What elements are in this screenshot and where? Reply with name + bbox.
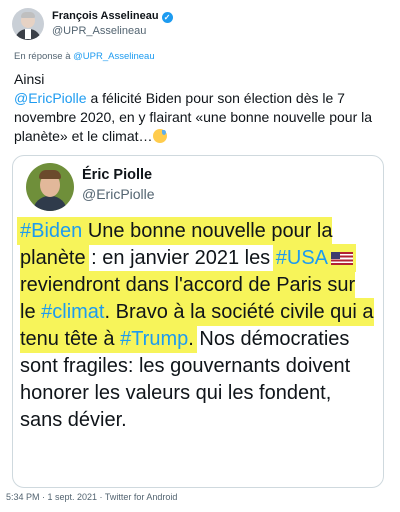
hashtag-trump[interactable]: #Trump: [120, 328, 188, 350]
author-avatar[interactable]: [12, 8, 44, 40]
reply-context: En réponse à @UPR_Asselineau: [14, 51, 155, 62]
hashtag-usa[interactable]: #USA: [276, 247, 328, 269]
author-name[interactable]: François Asselineau: [52, 10, 159, 22]
mention-link[interactable]: @EricPiolle: [14, 90, 87, 106]
quoted-author-handle: @EricPiolle: [82, 186, 155, 202]
quoted-tweet-card[interactable]: Éric Piolle @EricPiolle #Biden Une bonne…: [12, 155, 384, 488]
quoted-author-name: Éric Piolle: [82, 167, 153, 183]
quoted-author-avatar: [26, 163, 74, 211]
reply-to-link[interactable]: @UPR_Asselineau: [73, 51, 154, 62]
author-name-row[interactable]: François Asselineau ✓: [52, 10, 173, 23]
hashtag-biden[interactable]: #Biden: [20, 220, 82, 242]
quoted-segment-2: : en janvier 2021 les: [85, 247, 276, 269]
us-flag-emoji-icon: [331, 252, 353, 265]
tweet-timestamp[interactable]: 5:34 PM · 1 sept. 2021 · Twitter for And…: [6, 492, 177, 502]
quoted-tweet-text: #Biden Une bonne nouvelle pour la planèt…: [20, 218, 375, 434]
tweet-text: Ainsi @EricPiolle a félicité Biden pour …: [14, 70, 386, 146]
sweat-smile-emoji-icon: [152, 129, 167, 143]
verified-badge-icon: ✓: [161, 12, 173, 23]
hashtag-climat[interactable]: #climat: [41, 301, 104, 323]
author-handle[interactable]: @UPR_Asselineau: [52, 25, 146, 37]
tweet-line-1: Ainsi: [14, 71, 45, 87]
tweet-line-2: @EricPiolle a félicité Biden pour son él…: [14, 89, 386, 146]
reply-prefix: En réponse à: [14, 51, 74, 62]
